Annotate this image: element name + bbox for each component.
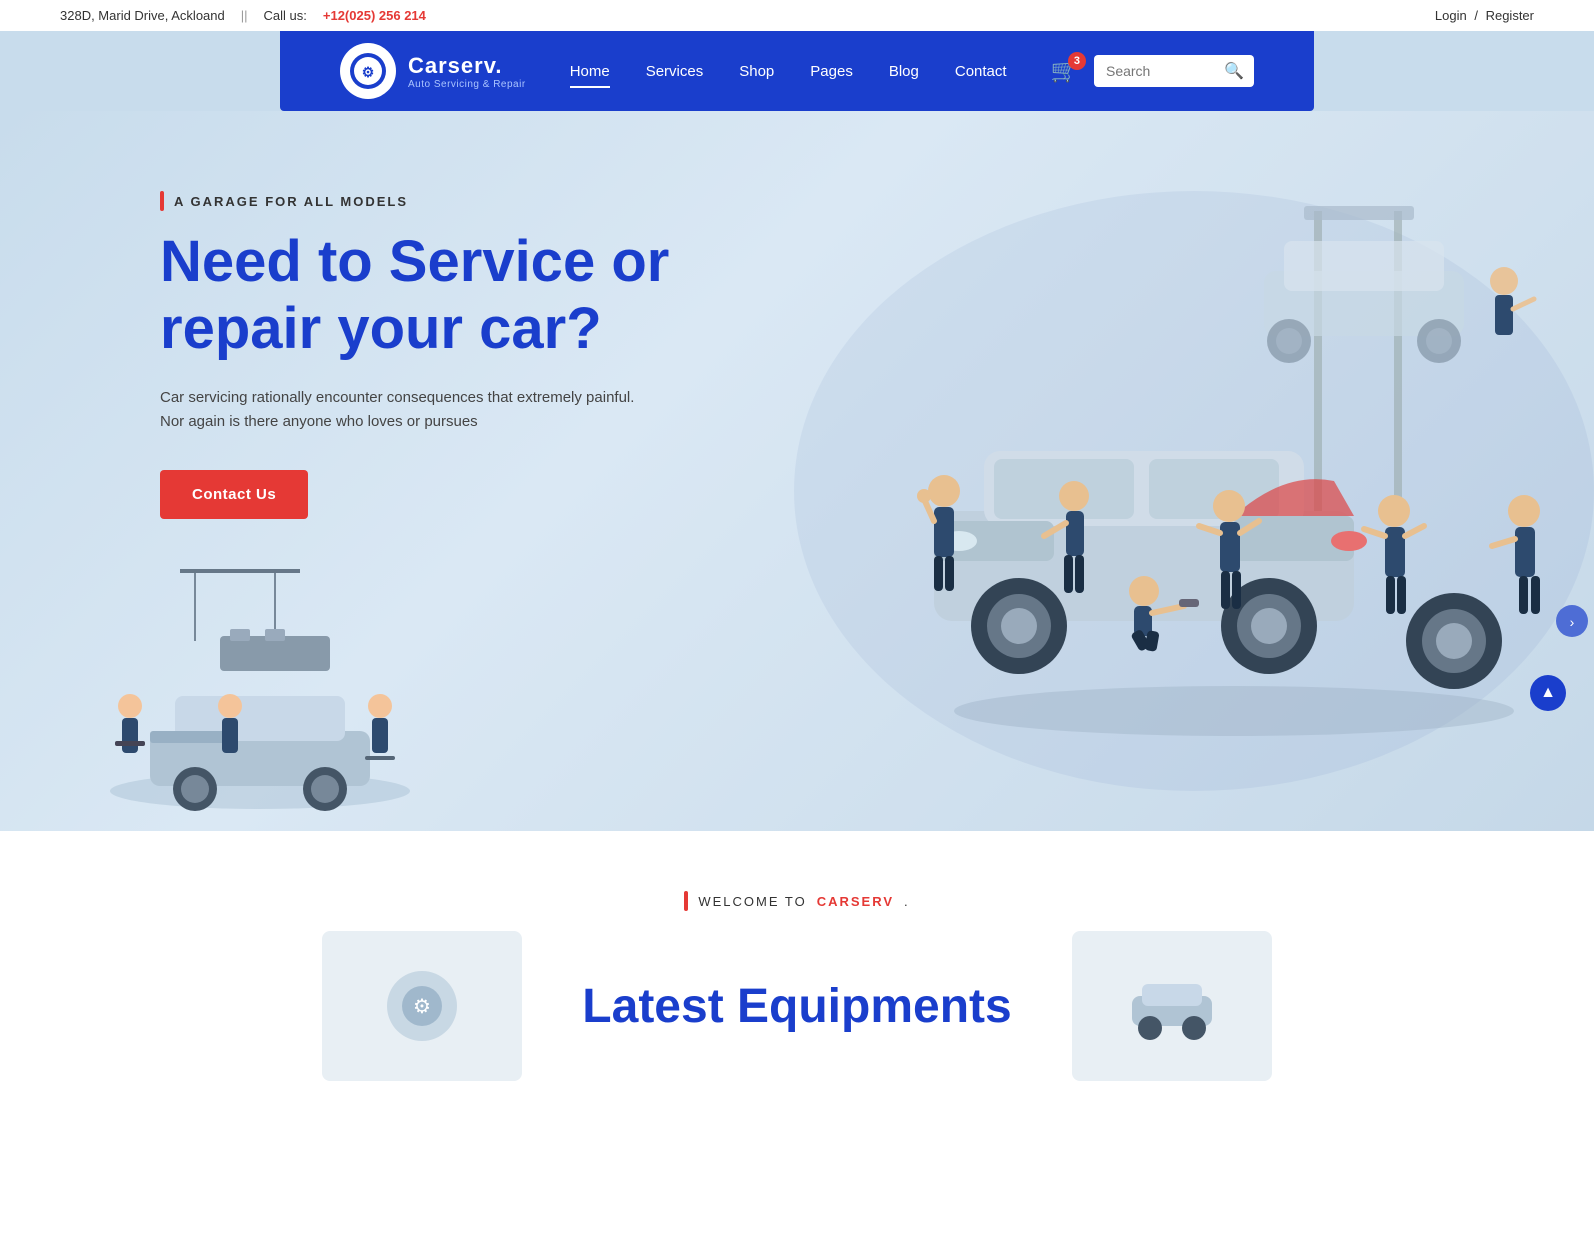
equipment-thumb-right [1072, 931, 1272, 1081]
contact-button[interactable]: Contact Us [160, 470, 308, 519]
address: 328D, Marid Drive, Ackloand [60, 8, 225, 23]
topbar-left: 328D, Marid Drive, Ackloand || Call us: … [60, 8, 426, 23]
register-link[interactable]: Register [1486, 8, 1534, 23]
scroll-up-button[interactable]: ▲ [1530, 675, 1566, 711]
logo-svg: ⚙ [348, 51, 388, 91]
search-input[interactable] [1106, 63, 1216, 79]
nav-contact[interactable]: Contact [955, 59, 1007, 84]
hero-tag-text: A GARAGE FOR ALL MODELS [174, 194, 408, 209]
hero-description: Car servicing rationally encounter conse… [160, 386, 640, 434]
nav-home[interactable]: Home [570, 59, 610, 84]
hero-section: A GARAGE FOR ALL MODELS Need to Service … [0, 111, 1594, 831]
svg-text:⚙: ⚙ [413, 996, 431, 1018]
hero-content: A GARAGE FOR ALL MODELS Need to Service … [160, 171, 810, 519]
nav-shop[interactable]: Shop [739, 59, 774, 84]
section-title-area: Latest Equipments [582, 979, 1011, 1034]
mechanics-right-svg: › [874, 151, 1594, 791]
logo-icon: ⚙ [340, 43, 396, 99]
logo-area: ⚙ Carserv. Auto Servicing & Repair [340, 43, 526, 99]
main-nav: Home Services Shop Pages Blog Contact [570, 59, 1007, 84]
welcome-tag: WELCOME TO CARSERV . [684, 891, 909, 911]
logo-text: Carserv. Auto Servicing & Repair [408, 53, 526, 90]
search-icon[interactable]: 🔍 [1224, 61, 1244, 81]
cart-badge: 3 [1068, 52, 1086, 70]
main-header: ⚙ Carserv. Auto Servicing & Repair Home … [280, 31, 1314, 111]
cart-button[interactable]: 🛒 3 [1051, 58, 1078, 84]
hero-tag-bar [160, 191, 164, 211]
welcome-brand: CARSERV [817, 894, 894, 909]
header-actions: 🛒 3 🔍 [1051, 55, 1254, 87]
hero-illustration-left [100, 551, 420, 831]
topbar-divider: || [241, 8, 248, 23]
logo-sub: Auto Servicing & Repair [408, 79, 526, 90]
hero-tag: A GARAGE FOR ALL MODELS [160, 191, 810, 211]
thumb-right-svg [1112, 956, 1232, 1056]
svg-text:⚙: ⚙ [362, 64, 375, 80]
call-label: Call us: [264, 8, 307, 23]
topbar: 328D, Marid Drive, Ackloand || Call us: … [0, 0, 1594, 31]
login-link[interactable]: Login [1435, 8, 1467, 23]
welcome-label: WELCOME TO [698, 894, 806, 909]
below-hero-row: ⚙ Latest Equipments [160, 931, 1434, 1081]
hero-title: Need to Service or repair your car? [160, 229, 810, 362]
logo-name: Carserv. [408, 53, 526, 79]
below-hero-section: WELCOME TO CARSERV . ⚙ Latest Equipments [0, 831, 1594, 1251]
phone-number[interactable]: +12(025) 256 214 [323, 8, 426, 23]
nav-pages[interactable]: Pages [810, 59, 853, 84]
hero-illustration-right: › [874, 151, 1594, 791]
search-box: 🔍 [1094, 55, 1254, 87]
nav-services[interactable]: Services [646, 59, 704, 84]
login-separator: / [1474, 8, 1478, 23]
svg-text:›: › [1570, 614, 1575, 630]
thumb-left-svg: ⚙ [362, 956, 482, 1056]
section-title: Latest Equipments [582, 979, 1011, 1034]
welcome-period: . [904, 894, 910, 909]
topbar-right: Login / Register [1435, 8, 1534, 23]
hero-title-line2: repair your car? [160, 296, 602, 361]
mechanics-left-svg [100, 551, 420, 831]
equipment-thumb-left: ⚙ [322, 931, 522, 1081]
hero-title-line1: Need to Service or [160, 229, 669, 294]
nav-blog[interactable]: Blog [889, 59, 919, 84]
welcome-bar [684, 891, 688, 911]
